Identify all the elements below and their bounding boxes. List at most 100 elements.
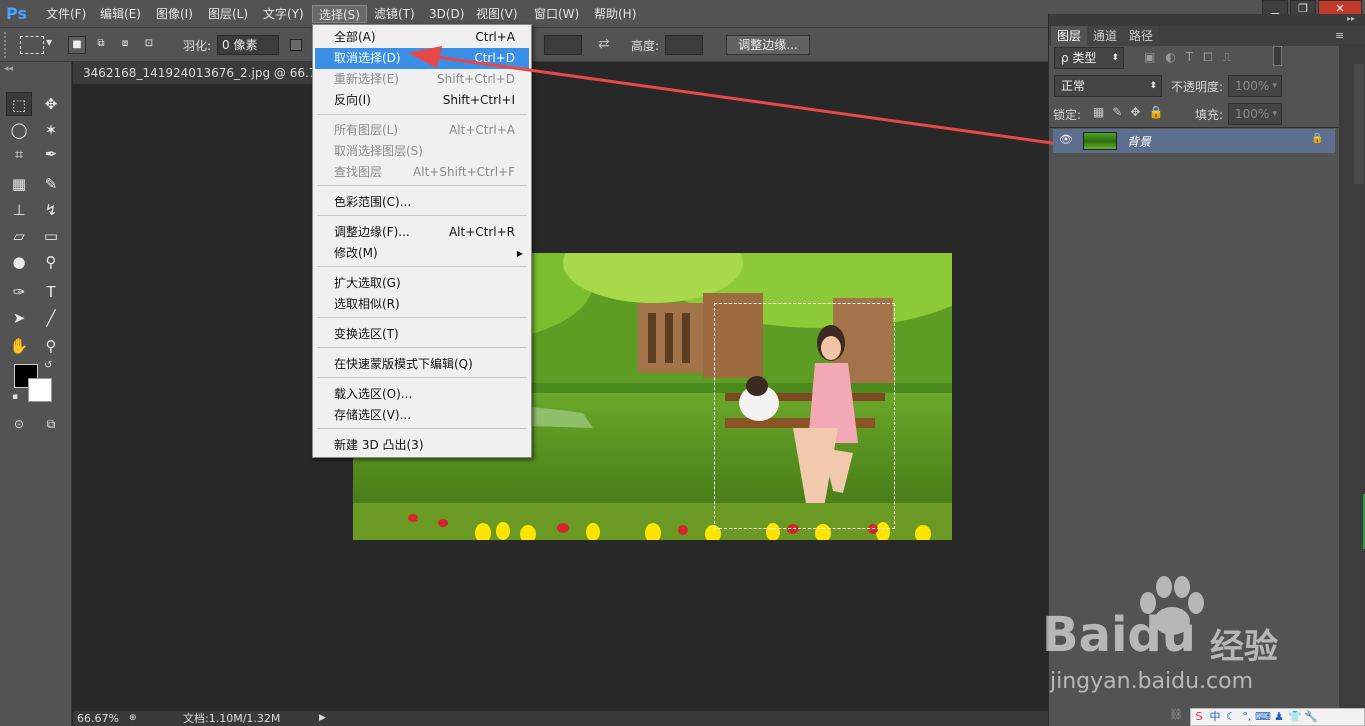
fill-input[interactable]: 100% ▾: [1228, 103, 1282, 125]
quick-mask-icon[interactable]: ⊙: [6, 412, 32, 436]
input-zh-label[interactable]: 中: [1207, 709, 1223, 725]
pen-tool-icon[interactable]: ✑: [6, 280, 32, 304]
eyedropper-icon[interactable]: ✒: [38, 142, 64, 166]
height-input[interactable]: [665, 35, 703, 55]
layer-row-background[interactable]: 👁 背景 🔒: [1053, 129, 1335, 153]
menu-item-shortcut: Ctrl+D: [474, 51, 515, 65]
menu-separator: [317, 185, 527, 186]
menu-0[interactable]: 文件(F): [40, 5, 92, 23]
clone-stamp-icon[interactable]: ⊥: [6, 198, 32, 222]
hand-tool-icon[interactable]: ✋: [6, 334, 32, 358]
select-menu-item[interactable]: 存储选区(V)...: [315, 405, 529, 426]
swap-colors-icon[interactable]: ↺: [44, 360, 52, 371]
marquee-preset-icon[interactable]: [20, 36, 44, 54]
filter-toggle[interactable]: [1273, 46, 1282, 66]
select-menu-item[interactable]: 调整边缘(F)... Alt+Ctrl+R: [315, 222, 529, 243]
zoom-tool-icon[interactable]: ⚲: [38, 334, 64, 358]
wrench-icon[interactable]: 🔧: [1303, 709, 1319, 725]
blur-tool-icon[interactable]: ●: [6, 250, 32, 274]
select-menu-item[interactable]: 查找图层 Alt+Shift+Ctrl+F: [315, 162, 529, 183]
menu-5[interactable]: 选择(S): [312, 5, 367, 23]
path-selection-icon[interactable]: ➤: [6, 306, 32, 330]
lock-icons[interactable]: ▦✎✥🔒: [1093, 105, 1171, 119]
status-menu-icon[interactable]: ▶: [319, 711, 326, 726]
menu-item-label: 变换选区(T): [334, 327, 399, 341]
menu-1[interactable]: 编辑(E): [94, 5, 147, 23]
select-menu-item[interactable]: 变换选区(T): [315, 324, 529, 345]
blend-mode-select[interactable]: 正常 ⬍: [1054, 75, 1162, 97]
filter-icons[interactable]: ▣◐T⧠⎍: [1144, 50, 1241, 65]
collapse-icon[interactable]: ◂◂: [4, 64, 13, 74]
select-menu-item[interactable]: 扩大选取(G): [315, 273, 529, 294]
swap-icon[interactable]: ⇄: [598, 36, 610, 52]
select-menu-item[interactable]: 重新选择(E) Shift+Ctrl+D: [315, 69, 529, 90]
input-s-icon[interactable]: S: [1191, 709, 1207, 725]
select-menu-item[interactable]: 取消选择(D) Ctrl+D: [315, 48, 529, 69]
add-selection-icon[interactable]: ⧉: [92, 36, 110, 54]
document-tab[interactable]: 3462168_141924013676_2.jpg @ 66.7%(R: [73, 62, 313, 84]
eye-icon[interactable]: 👁: [1059, 133, 1073, 146]
select-menu-item[interactable]: 反向(I) Shift+Ctrl+I: [315, 90, 529, 111]
chevron-down-icon[interactable]: ▼: [46, 38, 52, 47]
healing-brush-icon[interactable]: ▦: [6, 172, 32, 196]
layer-name[interactable]: 背景: [1127, 133, 1151, 150]
width-input[interactable]: [544, 35, 582, 55]
punct-icon[interactable]: °,: [1239, 709, 1255, 725]
user-icon[interactable]: ♟: [1271, 709, 1287, 725]
default-colors-icon[interactable]: ▪: [12, 392, 18, 402]
collapse-panel-icon[interactable]: ▸▸: [1347, 14, 1355, 23]
menu-2[interactable]: 图像(I): [150, 5, 199, 23]
select-menu-item[interactable]: 所有图层(L) Alt+Ctrl+A: [315, 120, 529, 141]
dock-scroll[interactable]: [1354, 64, 1364, 184]
menu-4[interactable]: 文字(Y): [257, 5, 310, 23]
type-tool-icon[interactable]: T: [38, 280, 64, 304]
tab-channels[interactable]: 通道: [1087, 26, 1124, 46]
subtract-selection-icon[interactable]: ⧈: [116, 36, 134, 54]
select-menu-item[interactable]: 全部(A) Ctrl+A: [315, 27, 529, 48]
select-menu-item[interactable]: 载入选区(O)...: [315, 384, 529, 405]
background-color-swatch[interactable]: [28, 378, 52, 402]
brush-tool-icon[interactable]: ✎: [38, 172, 64, 196]
menu-3[interactable]: 图层(L): [202, 5, 254, 23]
screen-mode-icon[interactable]: ⧉: [38, 412, 64, 436]
select-menu-item[interactable]: 色彩范围(C)...: [315, 192, 529, 213]
crop-tool-icon[interactable]: ⌗: [6, 142, 32, 166]
menu-8[interactable]: 视图(V): [470, 5, 524, 23]
line-tool-icon[interactable]: ╱: [38, 306, 64, 330]
select-menu-item[interactable]: 取消选择图层(S): [315, 141, 529, 162]
intersect-selection-icon[interactable]: ⊡: [140, 36, 158, 54]
feather-input[interactable]: 0 像素: [217, 35, 279, 55]
tab-layers[interactable]: 图层: [1051, 26, 1088, 46]
select-menu-item[interactable]: 选取相似(R): [315, 294, 529, 315]
zoom-level[interactable]: 66.67%: [77, 711, 119, 726]
select-menu-item[interactable]: 在快速蒙版模式下编辑(Q): [315, 354, 529, 375]
keyboard-icon[interactable]: ⌨: [1255, 709, 1271, 725]
menu-item-label: 新建 3D 凸出(3): [334, 438, 424, 452]
magic-wand-icon[interactable]: ✶: [38, 118, 64, 142]
history-brush-icon[interactable]: ↯: [38, 198, 64, 222]
tab-paths[interactable]: 路径: [1123, 26, 1160, 46]
move-tool-icon[interactable]: ✥: [38, 92, 64, 116]
menu-item-label: 修改(M): [334, 246, 378, 260]
shirt-icon[interactable]: 👕: [1287, 709, 1303, 725]
menu-item-label: 反向(I): [334, 93, 371, 107]
select-menu-item[interactable]: 新建 3D 凸出(3): [315, 435, 529, 456]
menu-10[interactable]: 帮助(H): [588, 5, 642, 23]
lasso-tool-icon[interactable]: ◯: [6, 118, 32, 142]
moon-icon[interactable]: ☾: [1223, 709, 1239, 725]
opacity-input[interactable]: 100% ▾: [1228, 75, 1282, 97]
select-menu-item[interactable]: 修改(M) ▶: [315, 243, 529, 264]
new-selection-icon[interactable]: ■: [68, 36, 86, 54]
menu-7[interactable]: 3D(D): [423, 5, 470, 23]
menu-9[interactable]: 窗口(W): [528, 5, 585, 23]
anti-alias-checkbox[interactable]: [290, 39, 302, 51]
menu-item-label: 色彩范围(C)...: [334, 195, 412, 209]
refine-edge-button[interactable]: 调整边缘...: [726, 35, 810, 55]
gradient-tool-icon[interactable]: ▭: [38, 224, 64, 248]
menu-6[interactable]: 滤镜(T): [368, 5, 421, 23]
panel-menu-icon[interactable]: ≡: [1335, 29, 1344, 42]
eraser-tool-icon[interactable]: ▱: [6, 224, 32, 248]
marquee-tool-icon[interactable]: ⬚: [6, 92, 32, 116]
dodge-tool-icon[interactable]: ⚲: [38, 250, 64, 274]
filter-kind-select[interactable]: ρ 类型 ⬍: [1054, 47, 1124, 69]
